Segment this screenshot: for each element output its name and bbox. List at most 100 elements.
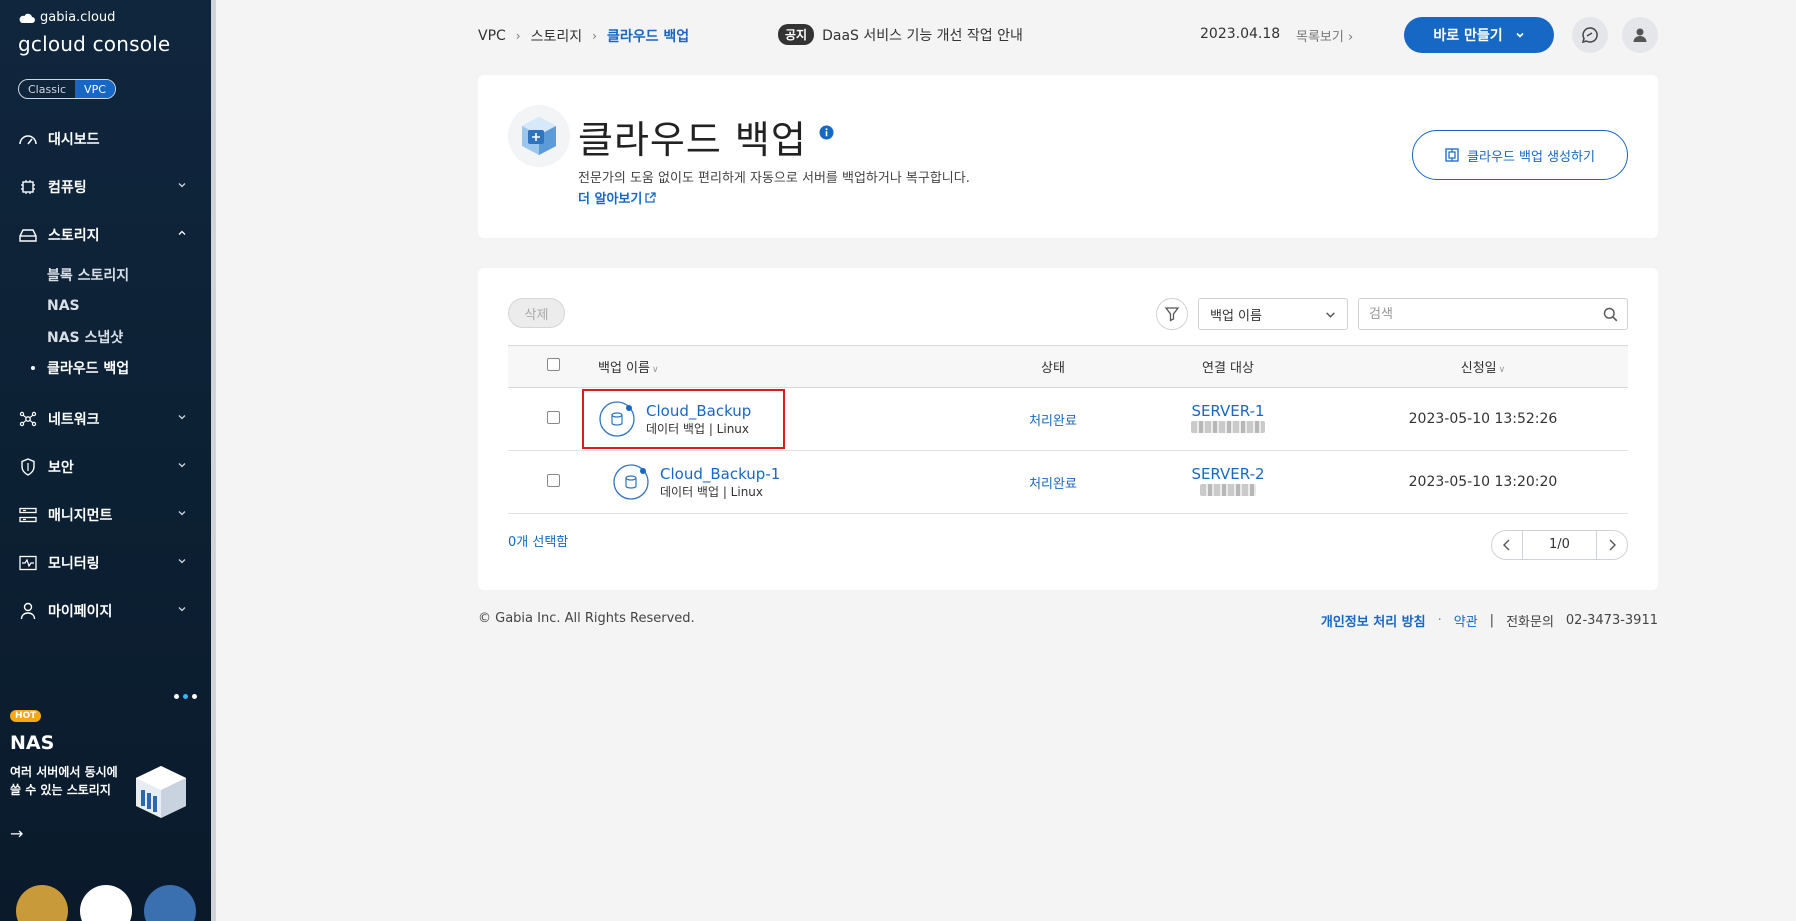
header-date[interactable]: 신청일 ∨	[1338, 346, 1628, 388]
backup-type: 데이터 백업 | Linux	[646, 422, 750, 436]
sidebar-subitem-nas-snapshot[interactable]: NAS 스냅샷	[47, 321, 211, 352]
monitor-icon	[18, 553, 38, 573]
target-server-link[interactable]: SERVER-2	[1118, 464, 1338, 484]
row-checkbox[interactable]	[546, 473, 560, 487]
create-cloud-backup-button[interactable]: 클라우드 백업 생성하기	[1412, 130, 1628, 180]
sidebar-item-computing[interactable]: 컴퓨팅	[0, 163, 211, 211]
sort-icon: ∨	[1498, 365, 1506, 375]
search-field-select[interactable]: 백업 이름	[1198, 298, 1348, 330]
sidebar-subitem-nas[interactable]: NAS	[47, 290, 211, 321]
arrow-right-icon[interactable]: →	[10, 824, 23, 843]
learn-more-label: 더 알아보기	[578, 192, 643, 207]
sidebar-item-network[interactable]: 네트워크	[0, 395, 211, 443]
chevron-up-icon	[178, 230, 186, 235]
chevron-down-icon	[178, 463, 186, 468]
sidebar-item-mypage[interactable]: 마이페이지	[0, 587, 211, 635]
header-backup-name-label: 백업 이름	[598, 361, 650, 376]
sidebar-item-monitoring[interactable]: 모니터링	[0, 539, 211, 587]
promo-banner[interactable]: HOT NAS 여러 서버에서 동시에 쓸 수 있는 스토리지 →	[0, 690, 211, 865]
notice-list-link[interactable]: 목록보기 ›	[1296, 26, 1353, 45]
sidebar-item-label: 보안	[48, 460, 74, 476]
breadcrumb-cloud-backup[interactable]: 클라우드 백업	[607, 26, 689, 46]
terms-link[interactable]: 약관	[1454, 611, 1478, 630]
request-date: 2023-05-10 13:20:20	[1408, 474, 1558, 490]
header-backup-name[interactable]: 백업 이름 ∨	[598, 346, 988, 388]
breadcrumb-storage[interactable]: 스토리지	[531, 26, 583, 46]
sort-icon: ∨	[651, 365, 659, 375]
chevron-down-icon	[178, 183, 186, 188]
footer-separator: |	[1489, 613, 1495, 628]
phone-number: 02-3473-3911	[1565, 613, 1658, 628]
external-link-icon	[645, 192, 656, 203]
prev-page-button[interactable]	[1492, 531, 1522, 559]
chevron-down-icon	[178, 415, 186, 420]
search-input[interactable]	[1369, 299, 1599, 329]
sidebar-subitem-block-storage[interactable]: 블록 스토리지	[47, 259, 211, 290]
backup-item-icon	[599, 401, 635, 437]
quick-create-button[interactable]: 바로 만들기	[1404, 17, 1554, 53]
target-server-link[interactable]: SERVER-1	[1118, 401, 1338, 421]
sidebar-item-label: 모니터링	[48, 556, 100, 572]
footer-copyright: © Gabia Inc. All Rights Reserved.	[478, 611, 695, 626]
info-icon[interactable]	[819, 125, 834, 140]
brand-title[interactable]: gcloud console	[18, 32, 170, 56]
user-icon	[18, 601, 38, 621]
backup-list-card: 삭제 백업 이름 백업 이름∨ 상태 연결 대상 신청일∨	[478, 268, 1658, 590]
chat-icon	[1581, 27, 1598, 44]
sidebar-item-dashboard[interactable]: 대시보드	[0, 115, 211, 163]
search-icon[interactable]	[1603, 307, 1618, 322]
sidebar-item-label: 컴퓨팅	[48, 180, 87, 196]
cert-badge-icon	[144, 885, 196, 921]
row-checkbox[interactable]	[546, 410, 560, 424]
sidebar-item-label: 대시보드	[48, 132, 100, 148]
table-row[interactable]: Cloud_Backup 데이터 백업 | Linux 처리완료 SERVER-…	[508, 388, 1628, 451]
mode-vpc-button[interactable]: VPC	[75, 80, 115, 98]
notice[interactable]: 공지 DaaS 서비스 기능 개선 작업 안내	[778, 24, 1023, 45]
blurred-ip	[1200, 484, 1256, 496]
notice-text[interactable]: DaaS 서비스 기능 개선 작업 안내	[822, 25, 1023, 45]
filter-button[interactable]	[1156, 298, 1188, 330]
storage-submenu: 블록 스토리지 NAS NAS 스냅샷 클라우드 백업	[0, 259, 211, 383]
backup-create-icon	[1445, 148, 1459, 162]
backup-item-icon	[613, 464, 649, 500]
sidebar-item-management[interactable]: 매니지먼트	[0, 491, 211, 539]
sidebar-item-security[interactable]: 보안	[0, 443, 211, 491]
cert-badge-icon	[80, 885, 132, 921]
network-icon	[18, 409, 38, 429]
sidebar-nav: 대시보드 컴퓨팅 스토리지 블록 스토리지 NAS NAS 스냅샷 클라우드 백…	[0, 115, 211, 635]
chevron-right-icon: ›	[592, 29, 597, 43]
promo-desc: 여러 서버에서 동시에 쓸 수 있는 스토리지	[10, 765, 118, 797]
sidebar-subitem-cloud-backup[interactable]: 클라우드 백업	[31, 352, 211, 383]
filter-icon	[1164, 307, 1180, 322]
sidebar-scrollbar[interactable]	[211, 0, 216, 921]
backup-name-cell: Cloud_Backup 데이터 백업 | Linux	[582, 389, 785, 449]
profile-button[interactable]	[1622, 17, 1658, 53]
notice-list-label: 목록보기	[1296, 30, 1344, 45]
chat-button[interactable]	[1572, 17, 1608, 53]
backup-name-link[interactable]: Cloud_Backup	[646, 401, 751, 421]
privacy-policy-link[interactable]: 개인정보 처리 방침	[1321, 611, 1426, 630]
backup-name-link[interactable]: Cloud_Backup-1	[660, 464, 780, 484]
chevron-down-icon	[178, 511, 186, 516]
pagination: 1/0	[1491, 530, 1628, 560]
selected-count: 0개 선택함	[508, 535, 569, 550]
page-title: 클라우드 백업	[578, 118, 807, 162]
chevron-down-icon	[178, 559, 186, 564]
table-row[interactable]: Cloud_Backup-1 데이터 백업 | Linux 처리완료 SERVE…	[508, 451, 1628, 514]
brand-logo[interactable]: gabia.cloud	[18, 10, 115, 25]
sidebar-item-storage[interactable]: 스토리지	[0, 211, 211, 259]
mode-classic-button[interactable]: Classic	[19, 80, 75, 98]
breadcrumb-vpc[interactable]: VPC	[478, 28, 506, 44]
carousel-dots[interactable]	[174, 694, 197, 699]
header-status: 상태	[1041, 361, 1065, 376]
select-all-checkbox[interactable]	[546, 358, 560, 371]
backup-table: 백업 이름 ∨ 상태 연결 대상 신청일 ∨ Cloud_Backup 데이터 백업…	[508, 345, 1628, 514]
user-icon	[1633, 28, 1647, 42]
delete-button[interactable]: 삭제	[508, 298, 565, 328]
backup-type: 데이터 백업 | Linux	[660, 485, 764, 499]
cloud-logo-icon	[19, 13, 35, 23]
learn-more-link[interactable]: 더 알아보기	[578, 188, 656, 207]
next-page-button[interactable]	[1597, 531, 1627, 559]
footer-separator: ·	[1437, 613, 1442, 628]
sidebar-item-label: 매니지먼트	[48, 508, 113, 524]
